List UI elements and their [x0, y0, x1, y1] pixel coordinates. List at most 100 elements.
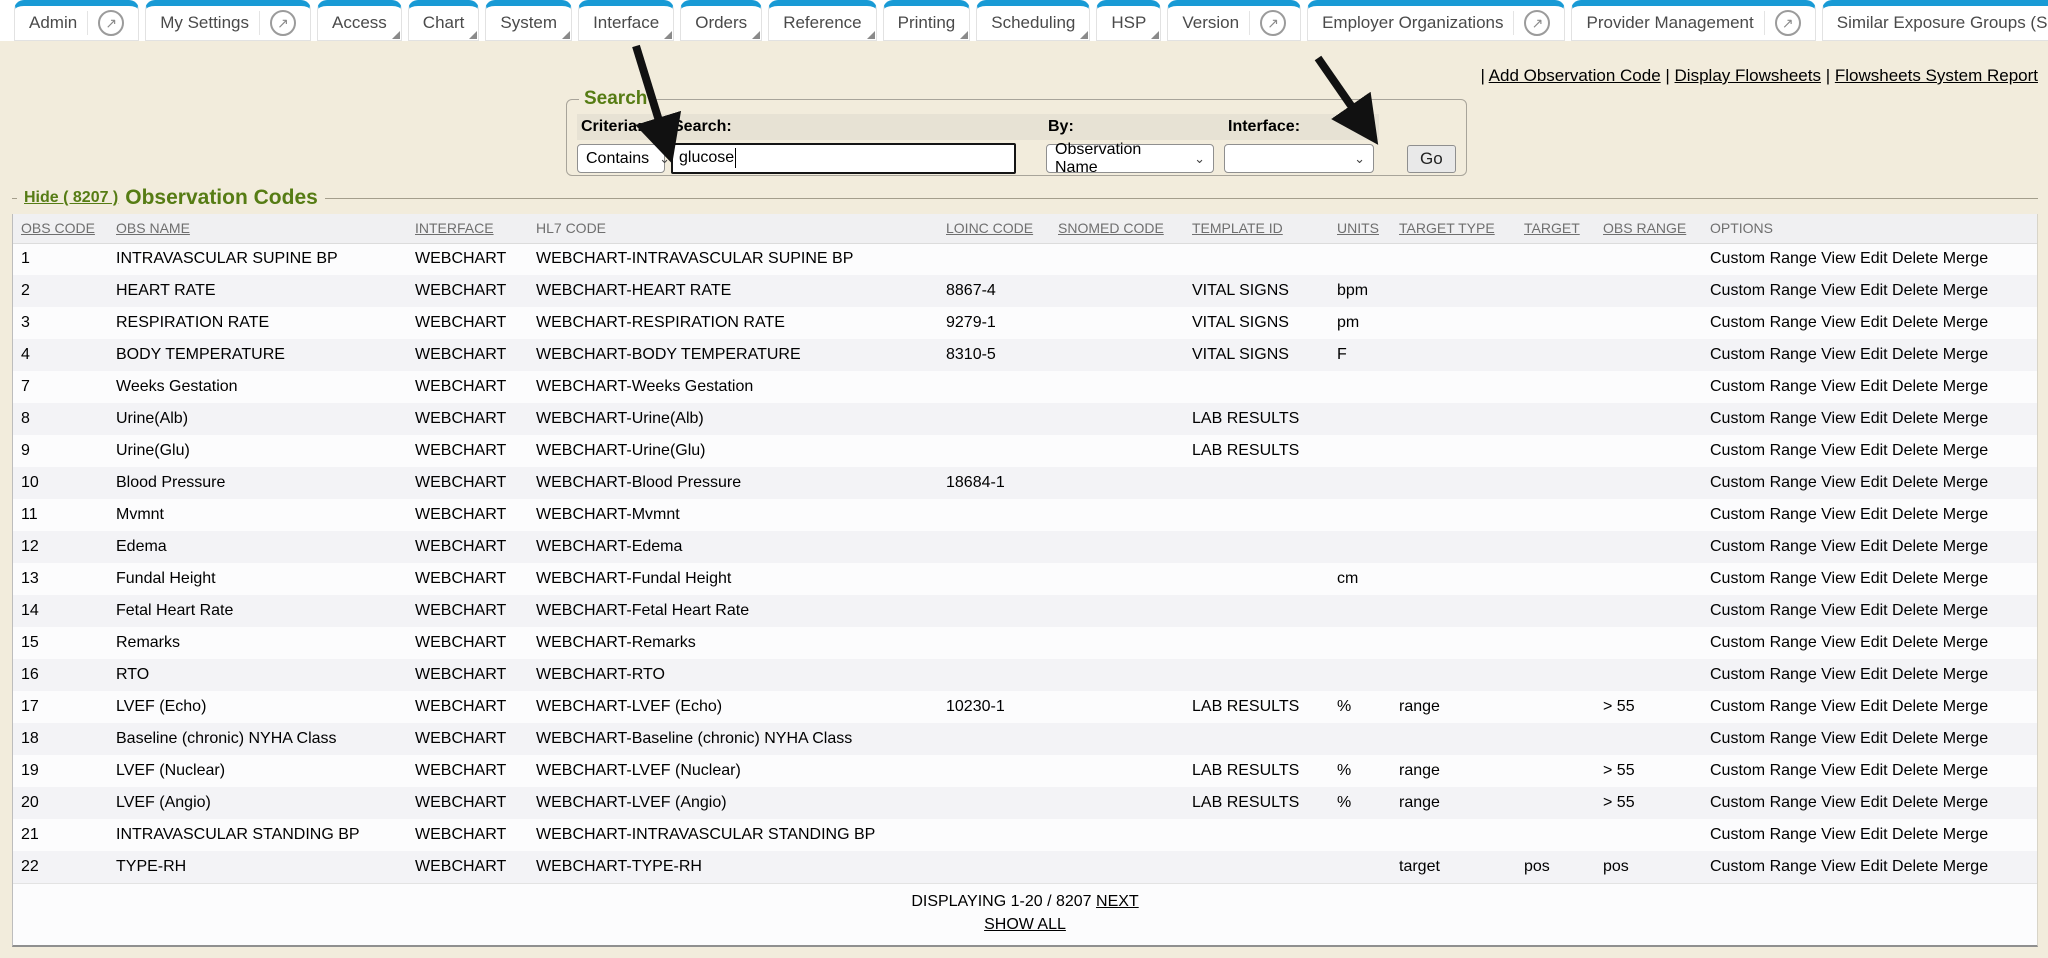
link-flowsheets-system-report[interactable]: Flowsheets System Report [1835, 66, 2038, 85]
option-merge-link[interactable]: Merge [1943, 346, 1988, 363]
column-header-obs-range[interactable]: OBS RANGE [1595, 214, 1702, 243]
option-edit-link[interactable]: Edit [1860, 698, 1888, 715]
column-header-snomed-code[interactable]: SNOMED CODE [1050, 214, 1184, 243]
option-view-link[interactable]: View [1821, 282, 1855, 299]
option-custom-range-link[interactable]: Custom Range [1710, 634, 1817, 651]
option-edit-link[interactable]: Edit [1860, 826, 1888, 843]
option-delete-link[interactable]: Delete [1892, 410, 1938, 427]
tab-provider-management[interactable]: Provider Management↗ [1571, 0, 1815, 41]
option-view-link[interactable]: View [1821, 410, 1855, 427]
option-view-link[interactable]: View [1821, 634, 1855, 651]
option-delete-link[interactable]: Delete [1892, 538, 1938, 555]
option-custom-range-link[interactable]: Custom Range [1710, 826, 1817, 843]
option-view-link[interactable]: View [1821, 602, 1855, 619]
option-custom-range-link[interactable]: Custom Range [1710, 474, 1817, 491]
option-merge-link[interactable]: Merge [1943, 506, 1988, 523]
option-merge-link[interactable]: Merge [1943, 698, 1988, 715]
tab-hsp[interactable]: HSP [1096, 0, 1161, 41]
option-delete-link[interactable]: Delete [1892, 698, 1938, 715]
tab-similar-exposure-groups-segs[interactable]: Similar Exposure Groups (SEGs)↗ [1822, 0, 2048, 41]
column-header-obs-name[interactable]: OBS NAME [108, 214, 407, 243]
option-edit-link[interactable]: Edit [1860, 506, 1888, 523]
interface-select[interactable]: ⌄ [1224, 144, 1374, 173]
option-delete-link[interactable]: Delete [1892, 602, 1938, 619]
option-view-link[interactable]: View [1821, 826, 1855, 843]
option-delete-link[interactable]: Delete [1892, 858, 1938, 875]
option-edit-link[interactable]: Edit [1860, 410, 1888, 427]
option-edit-link[interactable]: Edit [1860, 794, 1888, 811]
option-custom-range-link[interactable]: Custom Range [1710, 602, 1817, 619]
option-merge-link[interactable]: Merge [1943, 378, 1988, 395]
search-input[interactable]: glucose [671, 143, 1016, 174]
option-merge-link[interactable]: Merge [1943, 314, 1988, 331]
option-custom-range-link[interactable]: Custom Range [1710, 794, 1817, 811]
tab-system[interactable]: System [485, 0, 572, 41]
tab-access[interactable]: Access [317, 0, 402, 41]
tab-orders[interactable]: Orders [680, 0, 762, 41]
option-merge-link[interactable]: Merge [1943, 410, 1988, 427]
go-button[interactable]: Go [1407, 145, 1456, 173]
option-custom-range-link[interactable]: Custom Range [1710, 762, 1817, 779]
tab-printing[interactable]: Printing [883, 0, 971, 41]
option-merge-link[interactable]: Merge [1943, 250, 1988, 267]
option-view-link[interactable]: View [1821, 346, 1855, 363]
tab-reference[interactable]: Reference [768, 0, 876, 41]
option-edit-link[interactable]: Edit [1860, 346, 1888, 363]
column-header-template-id[interactable]: TEMPLATE ID [1184, 214, 1329, 243]
option-delete-link[interactable]: Delete [1892, 794, 1938, 811]
option-delete-link[interactable]: Delete [1892, 314, 1938, 331]
link-add-observation-code[interactable]: Add Observation Code [1489, 66, 1661, 85]
option-merge-link[interactable]: Merge [1943, 282, 1988, 299]
option-edit-link[interactable]: Edit [1860, 378, 1888, 395]
option-custom-range-link[interactable]: Custom Range [1710, 250, 1817, 267]
option-delete-link[interactable]: Delete [1892, 762, 1938, 779]
column-header-loinc-code[interactable]: LOINC CODE [938, 214, 1050, 243]
show-all-link[interactable]: SHOW ALL [984, 916, 1066, 933]
hide-toggle-link[interactable]: Hide ( 8207 ) [24, 189, 118, 207]
option-merge-link[interactable]: Merge [1943, 794, 1988, 811]
option-delete-link[interactable]: Delete [1892, 506, 1938, 523]
option-view-link[interactable]: View [1821, 730, 1855, 747]
option-custom-range-link[interactable]: Custom Range [1710, 666, 1817, 683]
option-custom-range-link[interactable]: Custom Range [1710, 346, 1817, 363]
option-edit-link[interactable]: Edit [1860, 634, 1888, 651]
option-edit-link[interactable]: Edit [1860, 762, 1888, 779]
tab-interface[interactable]: Interface [578, 0, 674, 41]
option-edit-link[interactable]: Edit [1860, 314, 1888, 331]
option-custom-range-link[interactable]: Custom Range [1710, 282, 1817, 299]
option-merge-link[interactable]: Merge [1943, 474, 1988, 491]
option-merge-link[interactable]: Merge [1943, 570, 1988, 587]
column-header-interface[interactable]: INTERFACE [407, 214, 528, 243]
option-delete-link[interactable]: Delete [1892, 378, 1938, 395]
option-delete-link[interactable]: Delete [1892, 730, 1938, 747]
option-custom-range-link[interactable]: Custom Range [1710, 858, 1817, 875]
option-delete-link[interactable]: Delete [1892, 442, 1938, 459]
column-header-obs-code[interactable]: OBS CODE [13, 214, 108, 243]
option-merge-link[interactable]: Merge [1943, 442, 1988, 459]
option-view-link[interactable]: View [1821, 698, 1855, 715]
option-merge-link[interactable]: Merge [1943, 666, 1988, 683]
option-delete-link[interactable]: Delete [1892, 346, 1938, 363]
option-custom-range-link[interactable]: Custom Range [1710, 378, 1817, 395]
tab-admin[interactable]: Admin↗ [14, 0, 139, 41]
option-custom-range-link[interactable]: Custom Range [1710, 698, 1817, 715]
tab-scheduling[interactable]: Scheduling [976, 0, 1090, 41]
option-custom-range-link[interactable]: Custom Range [1710, 442, 1817, 459]
option-edit-link[interactable]: Edit [1860, 538, 1888, 555]
tab-my-settings[interactable]: My Settings↗ [145, 0, 311, 41]
option-custom-range-link[interactable]: Custom Range [1710, 314, 1817, 331]
option-view-link[interactable]: View [1821, 378, 1855, 395]
option-merge-link[interactable]: Merge [1943, 538, 1988, 555]
option-view-link[interactable]: View [1821, 442, 1855, 459]
option-edit-link[interactable]: Edit [1860, 282, 1888, 299]
option-view-link[interactable]: View [1821, 250, 1855, 267]
option-edit-link[interactable]: Edit [1860, 250, 1888, 267]
option-custom-range-link[interactable]: Custom Range [1710, 410, 1817, 427]
option-view-link[interactable]: View [1821, 858, 1855, 875]
option-edit-link[interactable]: Edit [1860, 730, 1888, 747]
option-view-link[interactable]: View [1821, 666, 1855, 683]
option-custom-range-link[interactable]: Custom Range [1710, 506, 1817, 523]
column-header-target[interactable]: TARGET [1516, 214, 1595, 243]
option-delete-link[interactable]: Delete [1892, 250, 1938, 267]
option-merge-link[interactable]: Merge [1943, 730, 1988, 747]
